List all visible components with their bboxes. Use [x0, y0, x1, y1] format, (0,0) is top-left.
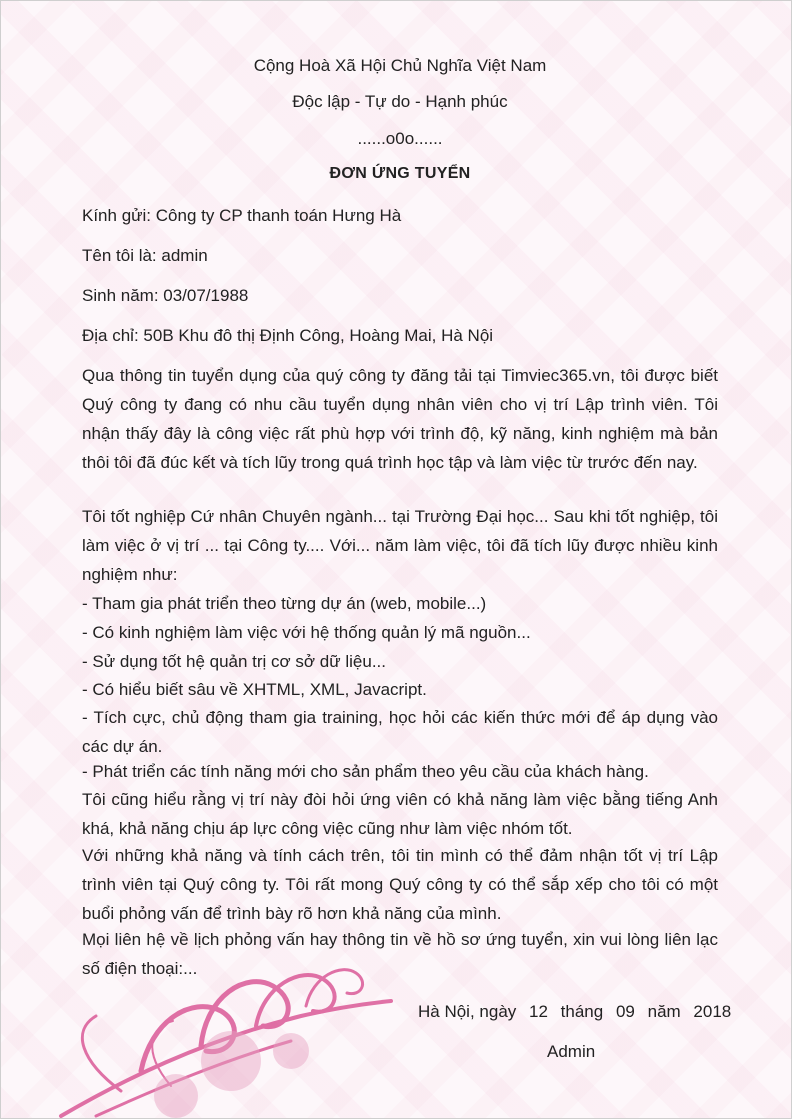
experience-bullet: - Tích cực, chủ động tham gia training, …	[82, 708, 718, 756]
experience-bullet: - Có hiểu biết sâu về XHTML, XML, Javacr…	[82, 680, 427, 699]
english-paragraph: Tôi cũng hiểu rằng vị trí này đòi hỏi ứn…	[82, 790, 718, 838]
date-place: Hà Nội, ngày	[418, 1002, 517, 1021]
motto-heading: Độc lập - Tự do - Hạnh phúc	[292, 92, 508, 111]
intro-paragraph: Qua thông tin tuyển dụng của quý công ty…	[82, 366, 718, 472]
signer-name: Admin	[547, 1042, 596, 1061]
contact-paragraph: Mọi liên hệ về lịch phỏng vấn hay thông …	[82, 930, 718, 978]
experience-bullet: - Tham gia phát triển theo từng dự án (w…	[82, 594, 487, 613]
name-line: Tên tôi là: admin	[82, 246, 208, 265]
date-year: 2018	[693, 1002, 732, 1021]
date-day: 12	[529, 1002, 548, 1021]
recipient-line: Kính gửi: Công ty CP thanh toán Hưng Hà	[82, 206, 402, 225]
document-title: ĐƠN ỨNG TUYỂN	[329, 165, 471, 182]
letter-page: Cộng Hoà Xã Hội Chủ Nghĩa Việt Nam Độc l…	[0, 0, 792, 1119]
date-month: 09	[615, 1002, 635, 1021]
date-year-label: năm	[647, 1002, 681, 1021]
address-line: Địa chỉ: 50B Khu đô thị Định Công, Hoàng…	[82, 326, 494, 345]
signature-date: Hà Nội, ngày 12 tháng 09 năm 2018	[418, 1002, 739, 1022]
closing-paragraph: Với những khả năng và tính cách trên, tô…	[82, 846, 718, 923]
experience-bullet: - Có kinh nghiệm làm việc với hệ thống q…	[82, 623, 531, 642]
education-paragraph: Tôi tốt nghiệp Cứ nhân Chuyên ngành... t…	[82, 507, 718, 584]
divider-text: ......o0o......	[357, 129, 443, 148]
experience-bullet: - Sử dụng tốt hệ quản trị cơ sở dữ liệu.…	[82, 652, 386, 671]
experience-bullet: - Phát triển các tính năng mới cho sản p…	[82, 762, 649, 781]
country-heading: Cộng Hoà Xã Hội Chủ Nghĩa Việt Nam	[253, 56, 547, 75]
birth-line: Sinh năm: 03/07/1988	[82, 286, 249, 305]
date-month-label: tháng	[560, 1002, 604, 1021]
